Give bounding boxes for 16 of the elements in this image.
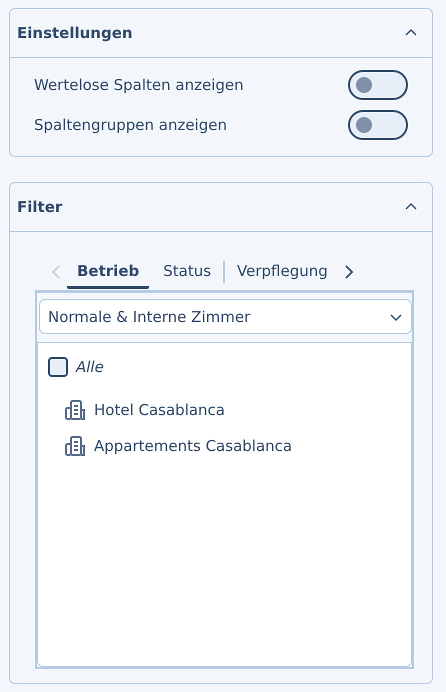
toggle-label: Spaltengruppen anzeigen [34, 116, 227, 134]
toggle-switch[interactable] [348, 70, 408, 100]
toggle-switch[interactable] [348, 110, 408, 140]
panel-title: Einstellungen [17, 24, 133, 42]
tab[interactable]: Verpflegung [227, 256, 338, 288]
tab[interactable]: Betrieb [67, 256, 150, 288]
building-icon [64, 435, 86, 457]
panel-title: Filter [17, 198, 62, 216]
checkbox-label: Alle [76, 358, 104, 376]
toggle-label: Wertelose Spalten anzeigen [34, 76, 244, 94]
list-item[interactable]: Hotel Casablanca [94, 401, 226, 419]
room-type-dropdown[interactable]: Normale & Interne Zimmer [39, 299, 412, 334]
building-icon [64, 399, 86, 421]
list-item[interactable]: Appartements Casablanca [94, 437, 292, 455]
checkbox[interactable] [48, 357, 68, 377]
tab[interactable]: Status [153, 256, 222, 288]
